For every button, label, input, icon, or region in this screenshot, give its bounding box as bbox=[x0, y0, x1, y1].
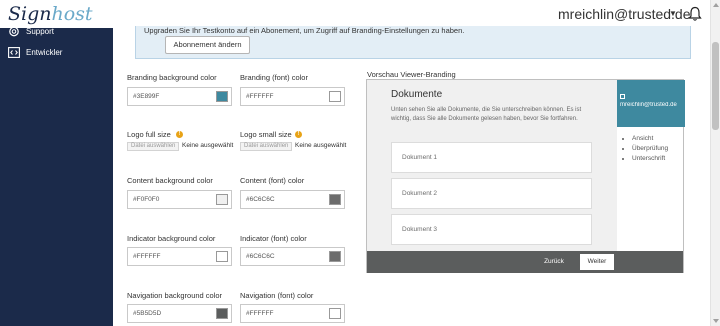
logo-full-file-status: Keine ausgewählt bbox=[182, 142, 234, 149]
color-swatch[interactable] bbox=[329, 308, 341, 319]
preview-content: Dokumente Unten sehen Sie alle Dokumente… bbox=[367, 80, 617, 251]
preview-document-item[interactable]: Dokument 3 bbox=[391, 214, 592, 245]
color-swatch[interactable] bbox=[216, 251, 228, 262]
preview-title: Vorschau Viewer-Branding bbox=[367, 70, 456, 79]
scroll-thumb[interactable] bbox=[712, 42, 719, 130]
branding-bg-label: Branding background color bbox=[127, 73, 217, 82]
logo-full-label: Logo full size bbox=[127, 130, 171, 139]
branding-bg-input[interactable]: #3E899F bbox=[127, 87, 232, 106]
logo-text-light: host bbox=[51, 3, 93, 25]
info-icon[interactable]: ! bbox=[295, 131, 302, 138]
indicator-font-label: Indicator (font) color bbox=[240, 234, 307, 243]
signhost-logo[interactable]: Signhost bbox=[8, 3, 93, 25]
navigation-font-input[interactable]: #FFFFFF bbox=[240, 304, 345, 323]
broken-image-icon bbox=[620, 94, 625, 99]
chevron-down-icon[interactable]: ▼ bbox=[669, 9, 677, 18]
color-value: #3E899F bbox=[133, 93, 160, 100]
logo-full-file-button[interactable]: Datei auswählen bbox=[127, 142, 180, 151]
indicator-bg-input[interactable]: #FFFFFF bbox=[127, 247, 232, 266]
color-value: #5B5D5D bbox=[133, 310, 162, 317]
navigation-font-label: Navigation (font) color bbox=[240, 291, 314, 300]
navigation-bg-input[interactable]: #5B5D5D bbox=[127, 304, 232, 323]
sidebar: Support Entwickler bbox=[0, 26, 113, 326]
indicator-font-input[interactable]: #6C6C6C bbox=[240, 247, 345, 266]
sidebar-item-support[interactable]: Support bbox=[8, 23, 54, 39]
preview-step: Unterschrift bbox=[632, 154, 668, 164]
scroll-up-icon[interactable] bbox=[713, 3, 719, 7]
document-label: Dokument 2 bbox=[402, 190, 438, 197]
upgrade-alert-text: Upgraden Sie Ihr Testkonto auf ein Abone… bbox=[144, 26, 465, 35]
sidebar-item-label: Entwickler bbox=[26, 47, 63, 57]
content-font-label: Content (font) color bbox=[240, 176, 305, 185]
upgrade-alert: Upgraden Sie Ihr Testkonto auf ein Abone… bbox=[135, 26, 691, 59]
color-value: #FFFFFF bbox=[246, 310, 274, 317]
color-swatch[interactable] bbox=[329, 91, 341, 102]
viewer-preview: Dokumente Unten sehen Sie alle Dokumente… bbox=[366, 79, 685, 273]
indicator-bg-label: Indicator background color bbox=[127, 234, 216, 243]
info-icon[interactable]: ! bbox=[176, 131, 183, 138]
bell-icon[interactable] bbox=[688, 6, 702, 22]
developer-icon bbox=[8, 46, 20, 58]
navigation-bg-label: Navigation background color bbox=[127, 291, 223, 300]
preview-user-email: mreichlin@trusted.de bbox=[620, 102, 677, 108]
logo-small-file-button[interactable]: Datei auswählen bbox=[240, 142, 293, 151]
sidebar-item-label: Support bbox=[26, 26, 55, 36]
support-icon bbox=[9, 26, 19, 36]
preview-document-item[interactable]: Dokument 2 bbox=[391, 178, 592, 209]
document-label: Dokument 1 bbox=[402, 154, 438, 161]
preview-footer: Zurück Weiter bbox=[367, 251, 683, 273]
color-value: #6C6C6C bbox=[246, 253, 275, 260]
preview-steps-list: Ansicht Überprüfung Unterschrift bbox=[623, 134, 668, 164]
color-value: #FFFFFF bbox=[133, 253, 161, 260]
scroll-down-icon[interactable] bbox=[713, 319, 719, 323]
color-swatch[interactable] bbox=[329, 194, 341, 205]
content-font-input[interactable]: #6C6C6C bbox=[240, 190, 345, 209]
preview-document-item[interactable]: Dokument 1 bbox=[391, 142, 592, 173]
preview-next-button[interactable]: Weiter bbox=[580, 254, 614, 270]
content-bg-label: Content background color bbox=[127, 176, 213, 185]
color-swatch[interactable] bbox=[216, 91, 228, 102]
preview-back-button[interactable]: Zurück bbox=[535, 254, 573, 270]
document-label: Dokument 3 bbox=[402, 226, 438, 233]
logo-text-main: Sign bbox=[8, 3, 52, 25]
preview-description: Unten sehen Sie alle Dokumente, die Sie … bbox=[391, 107, 582, 122]
preview-heading: Dokumente bbox=[391, 89, 443, 100]
branding-font-label: Branding (font) color bbox=[240, 73, 308, 82]
color-swatch[interactable] bbox=[216, 308, 228, 319]
preview-navigation-header: mreichlin@trusted.de bbox=[617, 80, 685, 127]
preview-step: Ansicht bbox=[632, 134, 668, 144]
content-bg-input[interactable]: #F0F0F0 bbox=[127, 190, 232, 209]
preview-step: Überprüfung bbox=[632, 144, 668, 154]
logo-small-file-status: Keine ausgewählt bbox=[295, 142, 347, 149]
branding-font-input[interactable]: #FFFFFF bbox=[240, 87, 345, 106]
change-subscription-button[interactable]: Abonnement ändern bbox=[165, 36, 250, 54]
color-value: #F0F0F0 bbox=[133, 196, 160, 203]
color-swatch[interactable] bbox=[329, 251, 341, 262]
logo-small-label: Logo small size bbox=[240, 130, 292, 139]
color-value: #FFFFFF bbox=[246, 93, 274, 100]
top-header: Signhost mreichlin@trusted.de ▼ bbox=[0, 0, 710, 28]
branding-settings-panel: Upgraden Sie Ihr Testkonto auf ein Abone… bbox=[113, 26, 710, 326]
page-scrollbar[interactable] bbox=[710, 0, 720, 326]
color-swatch[interactable] bbox=[216, 194, 228, 205]
color-value: #6C6C6C bbox=[246, 196, 275, 203]
sidebar-item-developer[interactable]: Entwickler bbox=[8, 44, 62, 60]
